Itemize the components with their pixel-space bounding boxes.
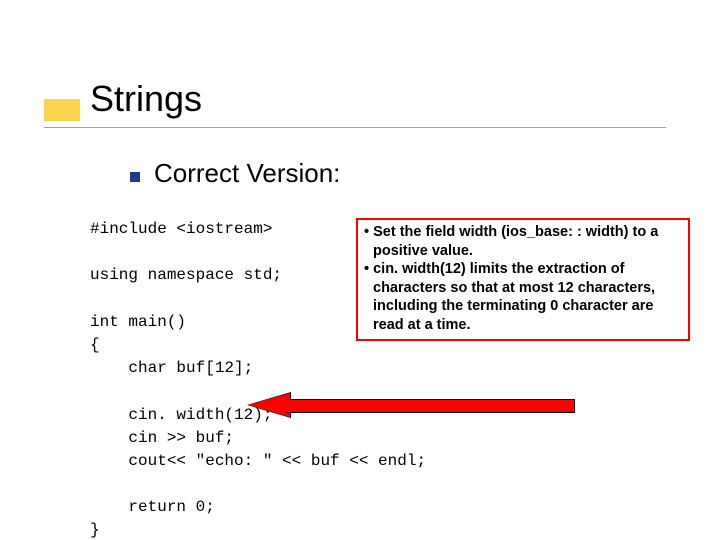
- slide-title: Strings: [90, 78, 202, 120]
- subtitle-text: Correct Version:: [154, 158, 340, 189]
- arrow-shaft: [286, 399, 575, 413]
- title-accent-bar: [44, 99, 80, 121]
- title-underline: [44, 127, 666, 128]
- callout-bullet-2: • cin. width(12) limits the extraction o…: [364, 260, 682, 334]
- callout-bullet-1: • Set the field width (ios_base: : width…: [364, 223, 682, 260]
- bullet-square-icon: [130, 172, 140, 182]
- slide: Strings Correct Version: #include <iostr…: [0, 0, 720, 540]
- subtitle-row: Correct Version:: [130, 158, 340, 189]
- callout-box: • Set the field width (ios_base: : width…: [356, 218, 690, 341]
- arrow-annotation: [248, 394, 578, 418]
- arrow-left-icon: [248, 393, 290, 417]
